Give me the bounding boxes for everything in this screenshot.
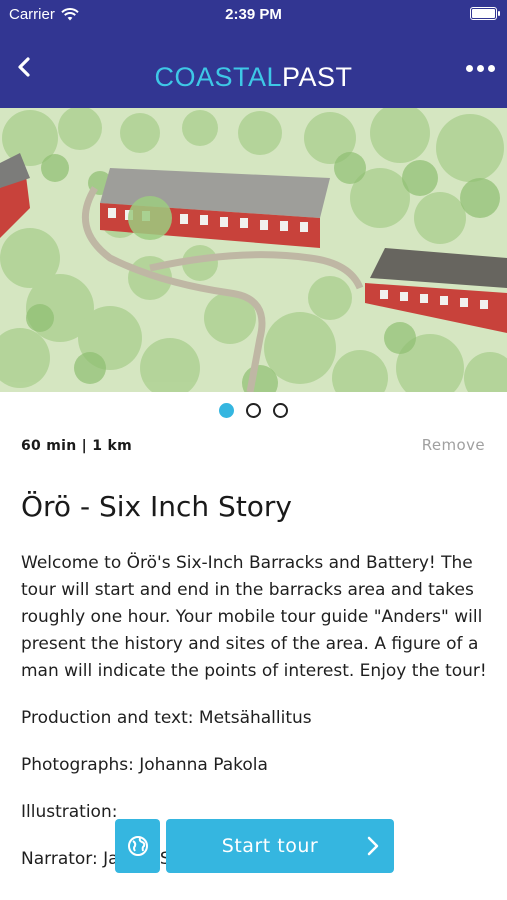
production-credit: Production and text: Metsähallitus (21, 708, 312, 728)
start-tour-label: Start tour (221, 835, 319, 857)
carousel-pagination (0, 403, 507, 418)
navigation-bar: Carrier 2:39 PM COASTALPAST (0, 0, 507, 108)
globe-icon (127, 836, 148, 856)
start-tour-button[interactable]: Start tour (166, 819, 394, 873)
remove-button[interactable]: Remove (422, 436, 485, 454)
language-button[interactable] (115, 819, 160, 873)
photographs-credit: Photographs: Johanna Pakola (21, 755, 268, 775)
description-text: Welcome to Örö's Six-Inch Barracks and B… (21, 553, 487, 681)
more-dots-icon (465, 64, 473, 72)
chevron-right-icon (367, 836, 379, 856)
carousel-image[interactable] (0, 108, 507, 392)
tour-actions: Start tour (115, 819, 394, 873)
tour-duration-distance: 60 min | 1 km (21, 438, 132, 454)
more-options-button[interactable] (463, 58, 497, 78)
app-logo: COASTALPAST (0, 62, 507, 93)
tour-title: Örö - Six Inch Story (21, 490, 293, 523)
pagination-dot-1[interactable] (219, 403, 234, 418)
battery-icon (470, 7, 500, 20)
brand-part1: COASTAL (154, 62, 282, 92)
status-time: 2:39 PM (225, 6, 282, 23)
pagination-dot-3[interactable] (273, 403, 288, 418)
status-bar: Carrier 2:39 PM (0, 0, 507, 30)
barracks-illustration (0, 108, 507, 392)
brand-part2: PAST (282, 62, 353, 92)
pagination-dot-2[interactable] (246, 403, 261, 418)
